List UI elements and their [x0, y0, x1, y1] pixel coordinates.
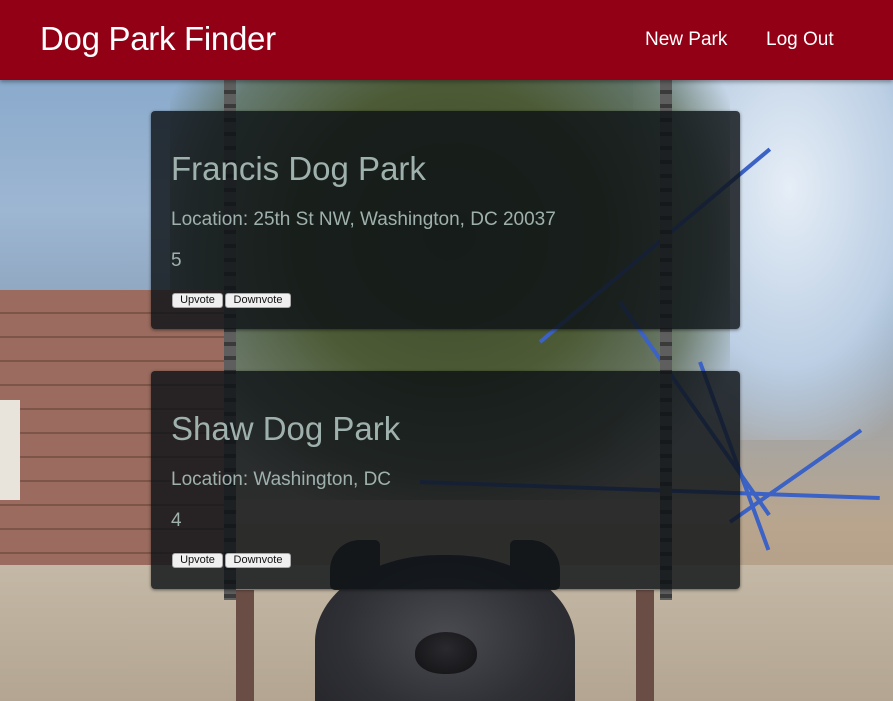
park-location: Location: Washington, DC — [171, 469, 392, 490]
dog-nose — [415, 632, 477, 674]
park-vote-count: 4 — [171, 510, 182, 531]
background-photo — [0, 0, 893, 701]
navbar: Dog Park Finder New Park Log Out — [0, 0, 893, 80]
new-park-link[interactable]: New Park — [645, 29, 727, 51]
brand-link[interactable]: Dog Park Finder — [40, 20, 276, 58]
downvote-button[interactable]: Downvote — [225, 553, 291, 568]
swing-strap-left — [236, 590, 254, 701]
park-vote-count: 5 — [171, 250, 182, 271]
park-name: Shaw Dog Park — [171, 410, 401, 447]
climbing-frame-bar — [728, 428, 863, 524]
downvote-button[interactable]: Downvote — [225, 293, 291, 308]
swing-strap-right — [636, 590, 654, 701]
park-name: Francis Dog Park — [171, 150, 426, 187]
park-card: Francis Dog Park Location: 25th St NW, W… — [151, 111, 740, 329]
upvote-button[interactable]: Upvote — [172, 293, 223, 308]
park-location: Location: 25th St NW, Washington, DC 200… — [171, 209, 556, 230]
log-out-link[interactable]: Log Out — [766, 29, 834, 51]
upvote-button[interactable]: Upvote — [172, 553, 223, 568]
park-card: Shaw Dog Park Location: Washington, DC 4… — [151, 371, 740, 589]
